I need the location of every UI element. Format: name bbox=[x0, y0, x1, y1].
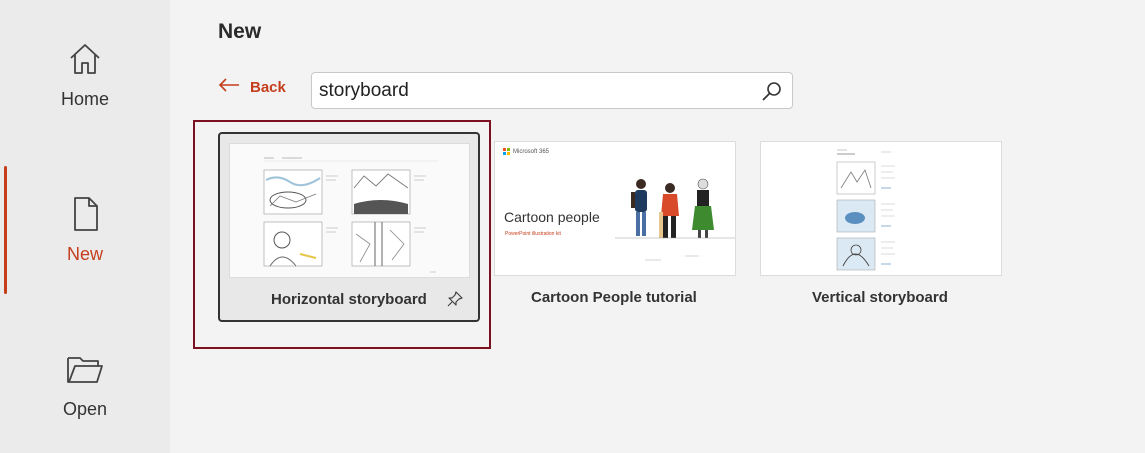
microsoft-logo-icon bbox=[503, 148, 510, 155]
template-label: Cartoon People tutorial bbox=[531, 289, 697, 306]
template-card-horizontal-storyboard[interactable]: Horizontal storyboard bbox=[218, 132, 480, 322]
sidebar-item-label: Home bbox=[60, 89, 109, 109]
search-input[interactable] bbox=[312, 78, 760, 103]
search-icon[interactable] bbox=[760, 79, 784, 103]
brand-text: Microsoft 365 bbox=[503, 148, 549, 155]
page-title: New bbox=[218, 20, 262, 43]
template-card-vertical-storyboard[interactable]: Vertical storyboard bbox=[760, 141, 1002, 311]
sidebar-item-open[interactable]: Open bbox=[0, 350, 170, 420]
sidebar-item-label: New bbox=[66, 244, 103, 264]
pin-icon[interactable] bbox=[446, 290, 464, 313]
template-thumbnail bbox=[760, 141, 1002, 276]
sidebar: Home New Open bbox=[0, 0, 170, 453]
cartoon-people-illustration bbox=[615, 178, 735, 261]
template-card-cartoon-people[interactable]: Microsoft 365 Cartoon people PowerPoint … bbox=[494, 141, 736, 311]
template-thumbnail bbox=[229, 143, 470, 278]
template-label: Vertical storyboard bbox=[812, 289, 948, 306]
arrow-left-icon bbox=[218, 78, 250, 96]
back-label: Back bbox=[250, 78, 286, 96]
home-icon bbox=[66, 40, 104, 83]
thumb-subtitle: PowerPoint illustration kit bbox=[505, 231, 561, 237]
sidebar-item-home[interactable]: Home bbox=[0, 40, 170, 110]
back-button[interactable]: Back bbox=[218, 78, 286, 96]
new-document-icon bbox=[66, 195, 104, 238]
search-box[interactable] bbox=[311, 72, 793, 109]
template-label: Horizontal storyboard bbox=[271, 291, 427, 308]
sidebar-item-new[interactable]: New bbox=[0, 195, 170, 265]
sidebar-item-label: Open bbox=[62, 399, 108, 419]
folder-icon bbox=[65, 350, 105, 393]
thumb-title: Cartoon people bbox=[504, 209, 600, 225]
template-thumbnail: Microsoft 365 Cartoon people PowerPoint … bbox=[494, 141, 736, 276]
